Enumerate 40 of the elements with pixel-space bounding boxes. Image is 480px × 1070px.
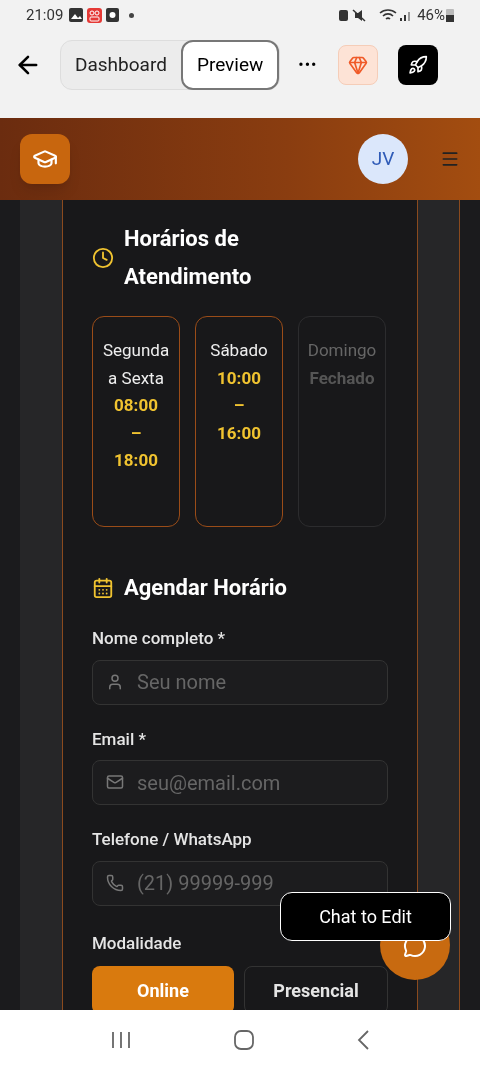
recent-apps-icon[interactable] <box>111 1031 132 1049</box>
logo-button[interactable] <box>20 134 70 184</box>
calendar-icon <box>92 576 114 599</box>
more-button[interactable]: ••• <box>298 53 318 77</box>
mail-icon <box>106 773 124 791</box>
field-label: Telefone / WhatsApp <box>92 828 253 851</box>
day-label: Segunda a Sexta <box>102 339 170 390</box>
rocket-button[interactable] <box>397 45 438 85</box>
field-label: Modalidade <box>92 931 183 955</box>
view-tab[interactable]: Preview <box>180 40 280 90</box>
input-field[interactable]: Seu nome <box>92 659 388 705</box>
field-label: Nome completo * <box>92 627 227 650</box>
booking-title: Agendar Horário <box>124 574 287 602</box>
phone-icon <box>106 873 124 892</box>
view-tab[interactable]: Dashboard <box>61 40 181 90</box>
person-icon <box>106 672 124 691</box>
wifi-icon <box>379 8 398 22</box>
battery-icon <box>446 8 454 22</box>
status-time: 21:09 <box>26 4 64 26</box>
gem-icon <box>347 55 368 75</box>
dot-icon <box>129 12 135 18</box>
app-icon <box>87 7 103 23</box>
rocket-icon <box>407 55 428 75</box>
day-label: Domingo <box>307 339 377 362</box>
home-icon[interactable] <box>234 1030 254 1050</box>
input-field[interactable]: seu@email.com <box>92 760 388 805</box>
back-nav-icon[interactable] <box>356 1030 369 1050</box>
day-label: Sábado <box>210 339 268 362</box>
hours-text: Fechado <box>309 366 375 390</box>
field-label: Email * <box>92 727 147 751</box>
gem-button[interactable] <box>337 45 378 85</box>
hours-title: Horários de Atendimento <box>124 225 253 291</box>
chat-tooltip: Chat to Edit <box>280 892 451 941</box>
battery-percent: 46% <box>417 4 445 26</box>
menu-icon[interactable] <box>440 149 460 169</box>
hours-text: 10:00 – 16:00 <box>217 366 261 445</box>
avatar[interactable]: JV <box>358 134 408 184</box>
hours-text: 08:00 – 18:00 <box>114 394 158 472</box>
clock-icon <box>92 247 114 269</box>
gallery-icon <box>69 8 84 22</box>
